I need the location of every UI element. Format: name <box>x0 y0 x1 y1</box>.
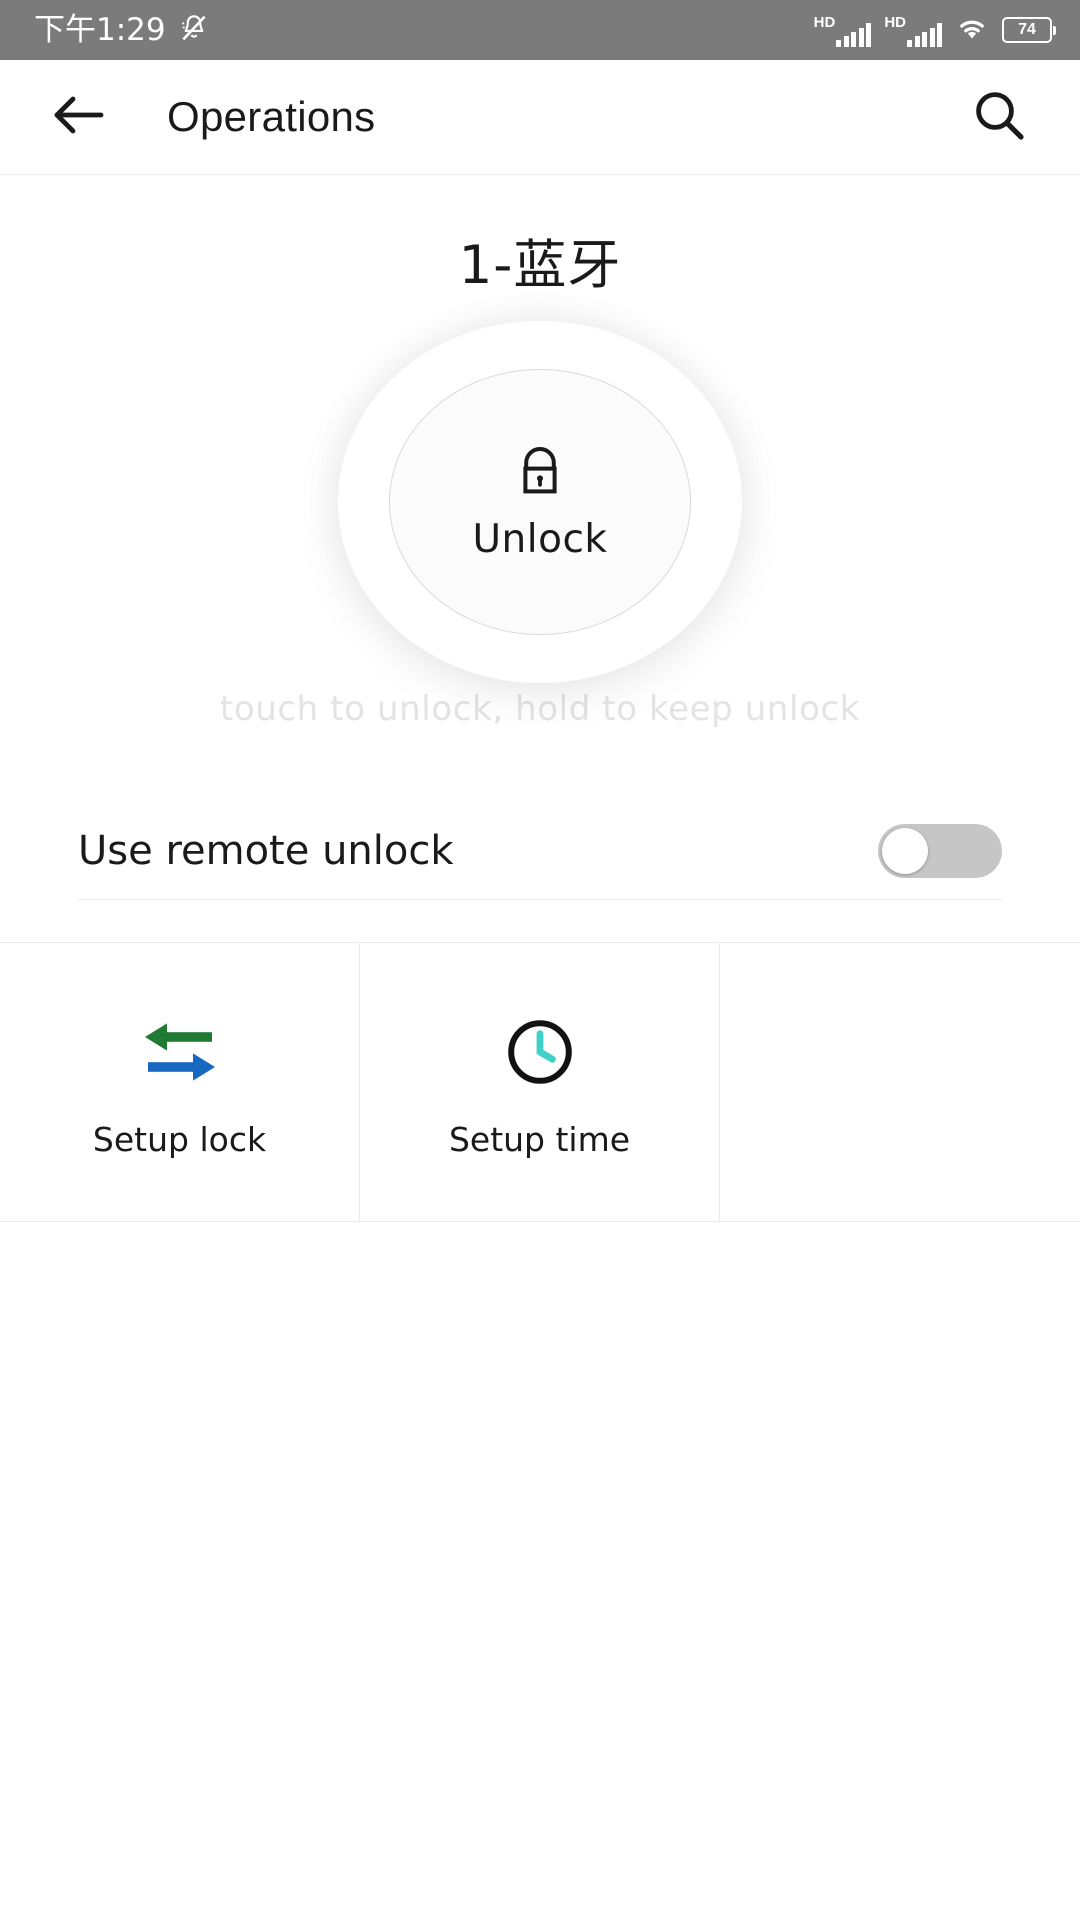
back-button[interactable] <box>48 86 110 148</box>
page-title: Operations <box>167 93 376 140</box>
search-icon <box>971 87 1027 148</box>
setup-time-button[interactable]: Setup time <box>360 943 720 1221</box>
status-bar-right: HD HD 74 <box>814 13 1056 47</box>
main-content: 1-蓝牙 Unlock touch to unlock, hold to kee… <box>0 223 1080 1222</box>
clock-icon <box>504 1006 576 1098</box>
setup-time-label: Setup time <box>448 1119 631 1159</box>
signal-bars-icon <box>836 23 872 47</box>
app-bar: Operations <box>0 60 1080 175</box>
toggle-knob <box>882 828 928 874</box>
remote-unlock-toggle[interactable] <box>878 824 1002 878</box>
unlock-hint-text: touch to unlock, hold to keep unlock <box>219 689 861 729</box>
unlock-button[interactable]: Unlock <box>389 369 691 635</box>
empty-action-cell <box>720 943 1080 1221</box>
setup-lock-label: Setup lock <box>92 1119 267 1159</box>
sync-arrows-icon <box>137 1006 223 1098</box>
status-bar: 下午1:29 HD HD 74 <box>0 0 1080 60</box>
search-button[interactable] <box>964 82 1034 152</box>
status-time: 下午1:29 <box>34 11 166 48</box>
bell-muted-icon <box>178 12 210 49</box>
wifi-icon <box>955 15 989 46</box>
remote-unlock-row[interactable]: Use remote unlock <box>78 803 1002 900</box>
device-name: 1-蓝牙 <box>458 235 622 296</box>
battery-indicator: 74 <box>1002 17 1056 43</box>
remote-unlock-label: Use remote unlock <box>78 828 454 874</box>
sim2-hd-label: HD <box>884 14 906 31</box>
sim1-hd-label: HD <box>813 14 836 31</box>
sim2-signal: HD <box>884 13 942 47</box>
setup-lock-button[interactable]: Setup lock <box>0 943 360 1221</box>
padlock-closed-icon <box>509 442 571 509</box>
signal-bars-icon <box>907 23 942 47</box>
status-bar-left: 下午1:29 <box>34 12 210 49</box>
sim1-signal: HD <box>814 13 872 47</box>
unlock-glow-ring: Unlock <box>354 337 726 667</box>
unlock-button-label: Unlock <box>472 517 608 562</box>
unlock-button-area: Unlock <box>0 337 1080 667</box>
battery-level: 74 <box>1018 21 1036 38</box>
action-grid: Setup lock Setup time <box>0 942 1080 1222</box>
back-arrow-icon <box>51 94 107 141</box>
